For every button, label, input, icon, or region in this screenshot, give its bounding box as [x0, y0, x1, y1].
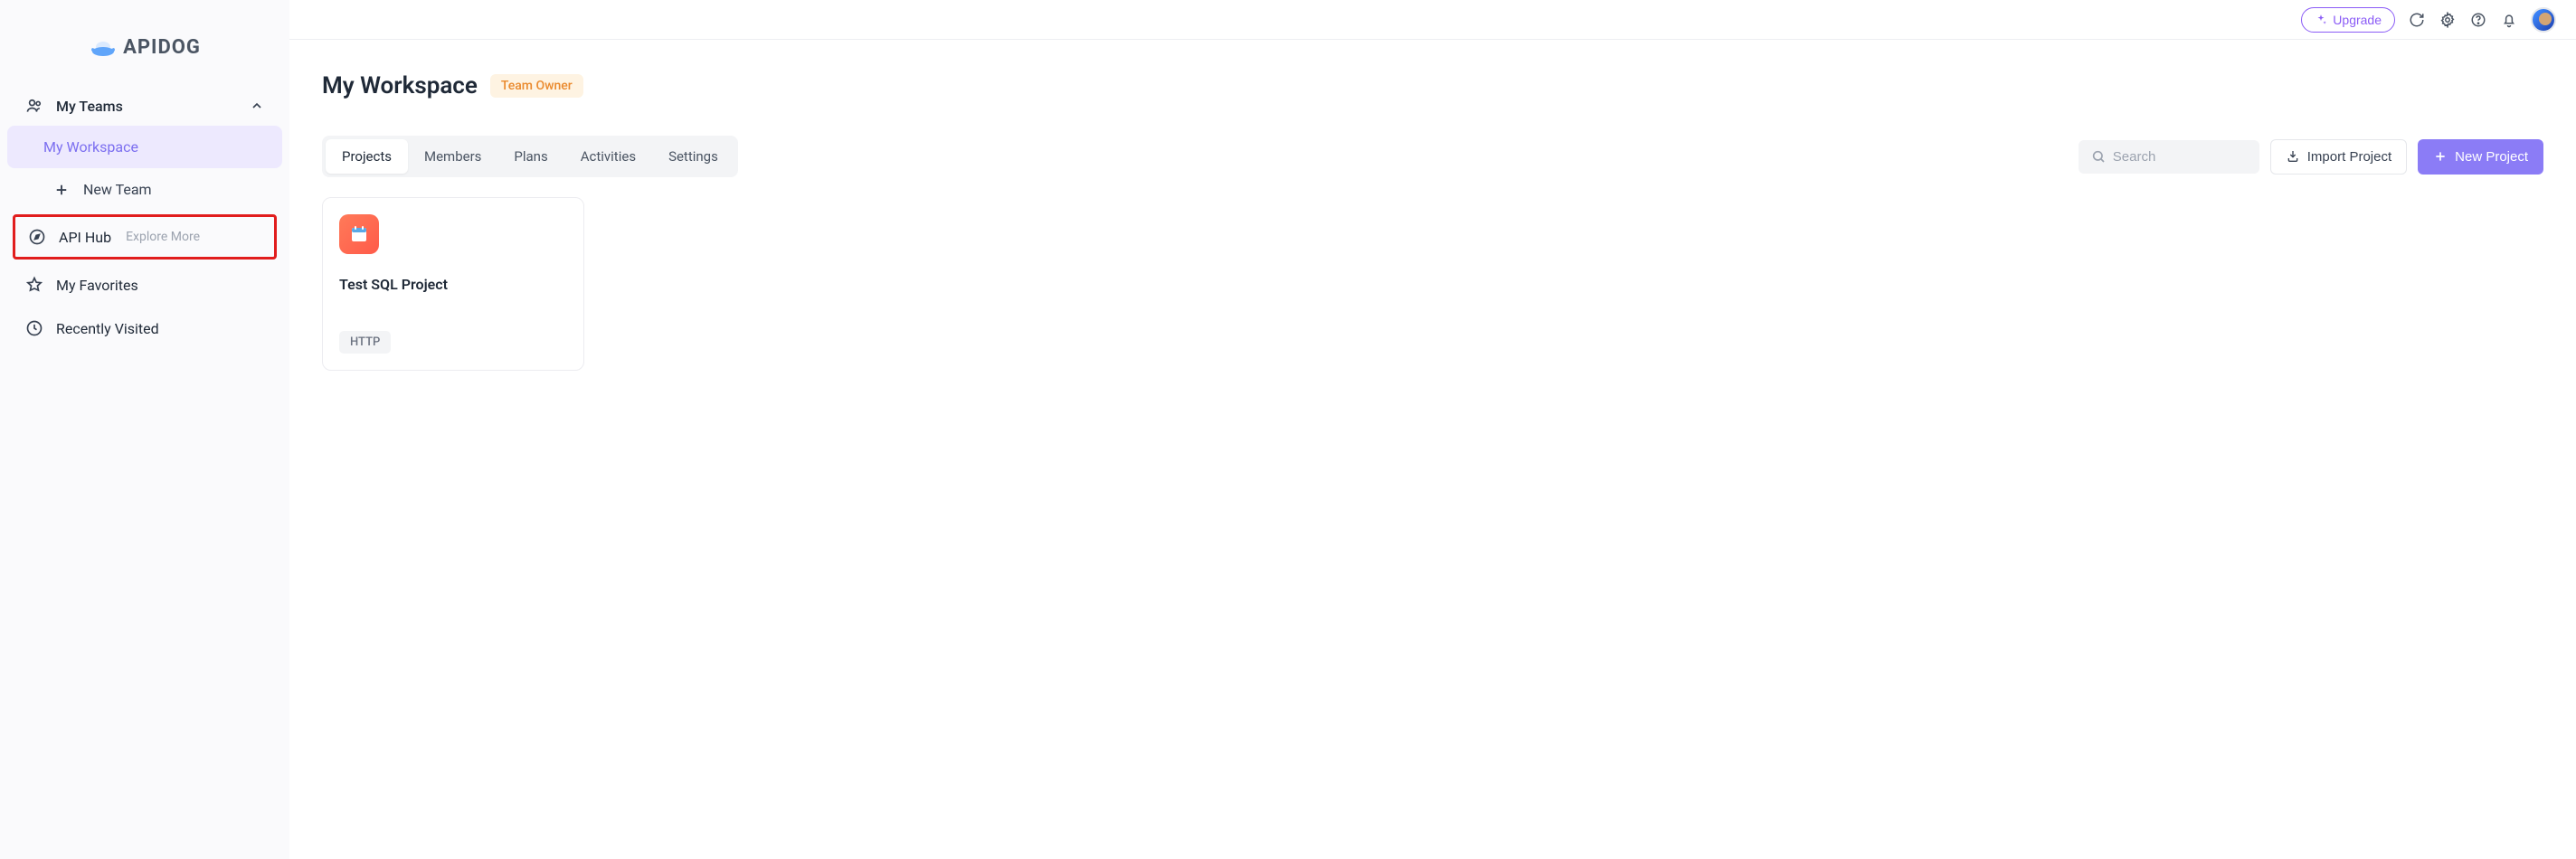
brand-name: APIDOG [123, 36, 201, 59]
annotation-highlight: API Hub Explore More [13, 214, 277, 260]
sidebar: APIDOG My Teams [0, 0, 289, 859]
tabs: Projects Members Plans Activities Settin… [322, 136, 738, 177]
recently-label: Recently Visited [56, 320, 159, 337]
sidebar-item-favorites[interactable]: My Favorites [0, 263, 289, 307]
compass-icon [28, 228, 46, 246]
teams-icon [25, 97, 43, 115]
new-project-label: New Project [2455, 149, 2528, 165]
page-title: My Workspace [322, 72, 478, 99]
sidebar-item-my-workspace[interactable]: My Workspace [7, 126, 282, 168]
my-teams-label: My Teams [56, 98, 123, 115]
avatar[interactable] [2531, 7, 2556, 33]
new-team-label: New Team [83, 181, 152, 198]
tab-settings[interactable]: Settings [652, 139, 734, 174]
api-hub-meta: Explore More [126, 230, 200, 244]
clock-icon [25, 319, 43, 337]
tab-projects[interactable]: Projects [326, 139, 408, 174]
sidebar-section-my-teams[interactable]: My Teams [0, 86, 289, 126]
chevron-up-icon [250, 99, 264, 113]
star-icon [25, 276, 43, 294]
upgrade-button[interactable]: Upgrade [2301, 7, 2395, 33]
import-label: Import Project [2307, 149, 2391, 165]
sidebar-item-api-hub[interactable]: API Hub Explore More [15, 219, 274, 255]
project-icon [339, 214, 379, 254]
gear-icon[interactable] [2439, 11, 2457, 29]
workspace-label: My Workspace [43, 138, 138, 156]
protocol-badge: HTTP [339, 331, 391, 354]
search-icon [2091, 149, 2106, 164]
search-input[interactable] [2113, 149, 2247, 165]
new-project-button[interactable]: New Project [2418, 139, 2543, 175]
import-icon [2286, 149, 2300, 164]
import-project-button[interactable]: Import Project [2270, 139, 2407, 175]
api-hub-label: API Hub [59, 229, 111, 246]
tab-plans[interactable]: Plans [497, 139, 564, 174]
help-icon[interactable] [2469, 11, 2487, 29]
tab-members[interactable]: Members [408, 139, 497, 174]
sidebar-item-recently-visited[interactable]: Recently Visited [0, 307, 289, 350]
refresh-icon[interactable] [2408, 11, 2426, 29]
tab-activities[interactable]: Activities [564, 139, 652, 174]
favorites-label: My Favorites [56, 277, 138, 294]
bell-icon[interactable] [2500, 11, 2518, 29]
search-box[interactable] [2079, 140, 2259, 174]
topbar: Upgrade [289, 0, 2576, 40]
project-card[interactable]: Test SQL Project HTTP [322, 197, 584, 371]
brand-logo[interactable]: APIDOG [0, 27, 289, 86]
main-content: Upgrade [289, 0, 2576, 859]
plus-icon [2433, 149, 2448, 164]
sidebar-item-new-team[interactable]: New Team [0, 168, 289, 211]
project-name: Test SQL Project [339, 276, 567, 293]
logo-icon [89, 39, 114, 57]
plus-icon [52, 182, 71, 198]
upgrade-label: Upgrade [2333, 13, 2382, 27]
role-badge: Team Owner [490, 74, 583, 98]
sparkle-icon [2315, 14, 2327, 26]
